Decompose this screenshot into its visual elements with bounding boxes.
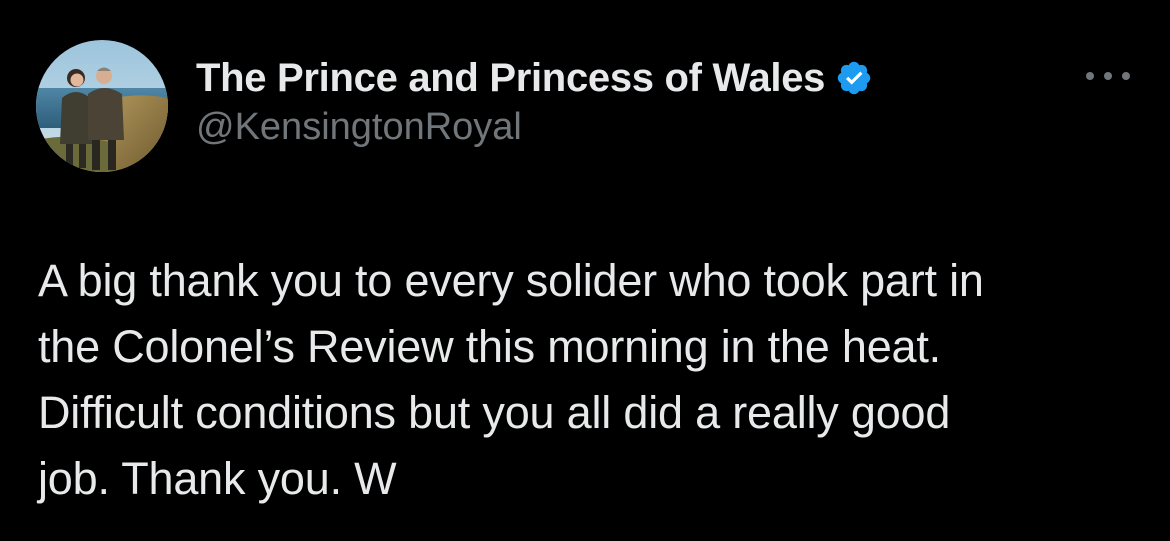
more-options-icon[interactable] bbox=[1086, 62, 1130, 90]
tweet: The Prince and Princess of Wales @Kensin… bbox=[0, 0, 1170, 541]
tweet-text-line: job. Thank you. W bbox=[38, 453, 397, 504]
author-name-row: The Prince and Princess of Wales bbox=[196, 52, 873, 104]
tweet-text: A big thank you to every solider who too… bbox=[38, 248, 1148, 512]
more-dot bbox=[1104, 72, 1112, 80]
avatar[interactable] bbox=[36, 40, 168, 172]
tweet-text-line: A big thank you to every solider who too… bbox=[38, 255, 984, 306]
tweet-text-line: the Colonel’s Review this morning in the… bbox=[38, 321, 941, 372]
user-handle[interactable]: @KensingtonRoyal bbox=[196, 106, 522, 149]
avatar-photo bbox=[36, 40, 168, 172]
more-dot bbox=[1122, 72, 1130, 80]
verified-badge-icon bbox=[835, 59, 873, 97]
display-name[interactable]: The Prince and Princess of Wales bbox=[196, 56, 825, 101]
tweet-text-line: Difficult conditions but you all did a r… bbox=[38, 387, 951, 438]
more-dot bbox=[1086, 72, 1094, 80]
